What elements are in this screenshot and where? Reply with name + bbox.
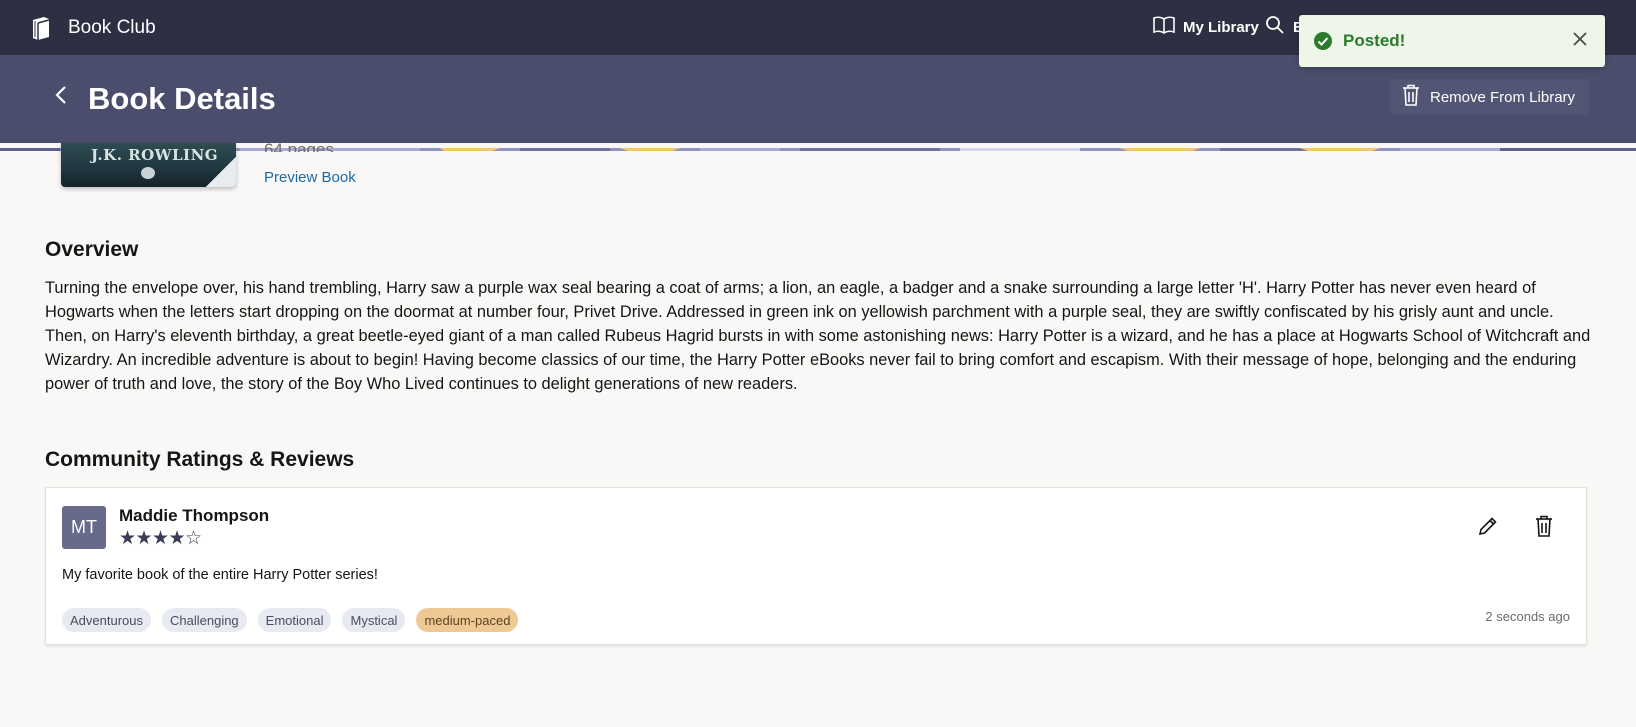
review-card: MT Maddie Thompson ★ ★ ★ ★ ☆ My favorite boo… xyxy=(45,487,1587,645)
open-book-icon xyxy=(1153,16,1183,38)
star-empty-icon: ☆ xyxy=(185,528,203,549)
book-cover: J.K. ROWLING xyxy=(61,143,236,187)
review-timestamp: 2 seconds ago xyxy=(1485,609,1570,624)
page-header: Book Details Remove From Library xyxy=(0,55,1636,143)
overview-heading: Overview xyxy=(45,238,139,261)
edit-review-button[interactable] xyxy=(1473,513,1503,543)
review-text: My favorite book of the entire Harry Pot… xyxy=(62,567,378,583)
star-rating: ★ ★ ★ ★ ☆ xyxy=(119,529,202,549)
success-toast: Posted! xyxy=(1299,15,1605,67)
cover-author: J.K. ROWLING xyxy=(91,146,219,164)
tag-adventurous: Adventurous xyxy=(62,608,151,632)
tag-pace: medium-paced xyxy=(416,608,519,632)
star-filled-icon: ★ xyxy=(119,528,137,549)
publisher-mark xyxy=(141,167,155,179)
star-filled-icon: ★ xyxy=(168,528,186,549)
close-toast-button[interactable] xyxy=(1569,30,1591,52)
book-stack-icon xyxy=(30,15,52,41)
tag-challenging: Challenging xyxy=(162,608,247,632)
back-button[interactable] xyxy=(44,80,78,114)
app-title: Book Club xyxy=(68,16,156,38)
remove-from-library-button[interactable]: Remove From Library xyxy=(1390,79,1590,115)
tag-emotional: Emotional xyxy=(257,608,332,632)
overview-text: Turning the envelope over, his hand trem… xyxy=(45,279,1591,393)
trash-icon xyxy=(1402,84,1430,110)
reviewer-name: Maddie Thompson xyxy=(119,506,270,525)
remove-from-library-label: Remove From Library xyxy=(1430,88,1576,106)
close-icon xyxy=(1572,31,1588,52)
brand[interactable]: Book Club xyxy=(30,15,156,41)
avatar: MT xyxy=(62,506,106,549)
search-icon xyxy=(1265,15,1293,39)
star-filled-icon: ★ xyxy=(135,528,153,549)
trash-icon xyxy=(1535,515,1553,542)
review-tags: Adventurous Challenging Emotional Mystic… xyxy=(62,608,529,632)
page-curl xyxy=(206,157,236,187)
pencil-icon xyxy=(1478,516,1498,541)
nav-search[interactable]: E xyxy=(1265,15,1303,39)
chevron-left-icon xyxy=(54,85,68,110)
check-circle-icon xyxy=(1313,31,1333,51)
toast-message: Posted! xyxy=(1343,31,1406,50)
reviews-heading: Community Ratings & Reviews xyxy=(45,448,355,471)
nav-my-library-label: My Library xyxy=(1183,18,1259,36)
delete-review-button[interactable] xyxy=(1529,513,1559,543)
star-filled-icon: ★ xyxy=(152,528,170,549)
page-title: Book Details xyxy=(88,81,276,116)
decorative-banner xyxy=(0,143,1636,151)
nav-my-library[interactable]: My Library xyxy=(1153,16,1259,38)
page-count: 64 pages xyxy=(264,140,334,152)
preview-book-link[interactable]: Preview Book xyxy=(264,169,356,186)
tag-mystical: Mystical xyxy=(342,608,406,632)
